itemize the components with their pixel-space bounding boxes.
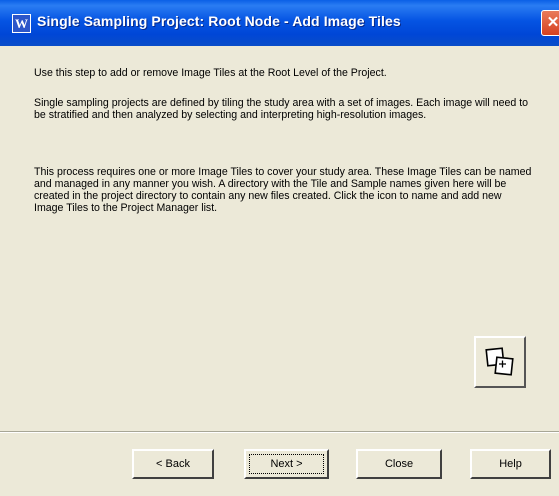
app-icon: W xyxy=(12,14,31,33)
close-label: Close xyxy=(384,458,414,470)
description-text: Single sampling projects are defined by … xyxy=(34,97,529,121)
add-image-tiles-icon xyxy=(485,347,514,376)
close-button[interactable]: Close xyxy=(356,449,442,479)
close-icon: ✕ xyxy=(546,14,559,31)
intro-text: Use this step to add or remove Image Til… xyxy=(34,67,387,79)
help-label: Help xyxy=(499,458,522,470)
help-button[interactable]: Help xyxy=(470,449,551,479)
button-separator xyxy=(0,431,559,433)
back-button[interactable]: < Back xyxy=(132,449,214,479)
back-label: < Back xyxy=(156,458,190,470)
close-window-button[interactable]: ✕ xyxy=(541,10,559,36)
next-label: Next > xyxy=(270,458,303,470)
title-bar[interactable]: W Single Sampling Project: Root Node - A… xyxy=(0,0,559,46)
wizard-content: Use this step to add or remove Image Til… xyxy=(0,46,559,431)
wizard-window: W Single Sampling Project: Root Node - A… xyxy=(0,0,559,496)
add-image-tiles-button[interactable] xyxy=(474,336,526,388)
next-button[interactable]: Next > xyxy=(244,449,329,479)
window-title: Single Sampling Project: Root Node - Add… xyxy=(37,13,401,29)
instructions-text: This process requires one or more Image … xyxy=(34,166,532,214)
